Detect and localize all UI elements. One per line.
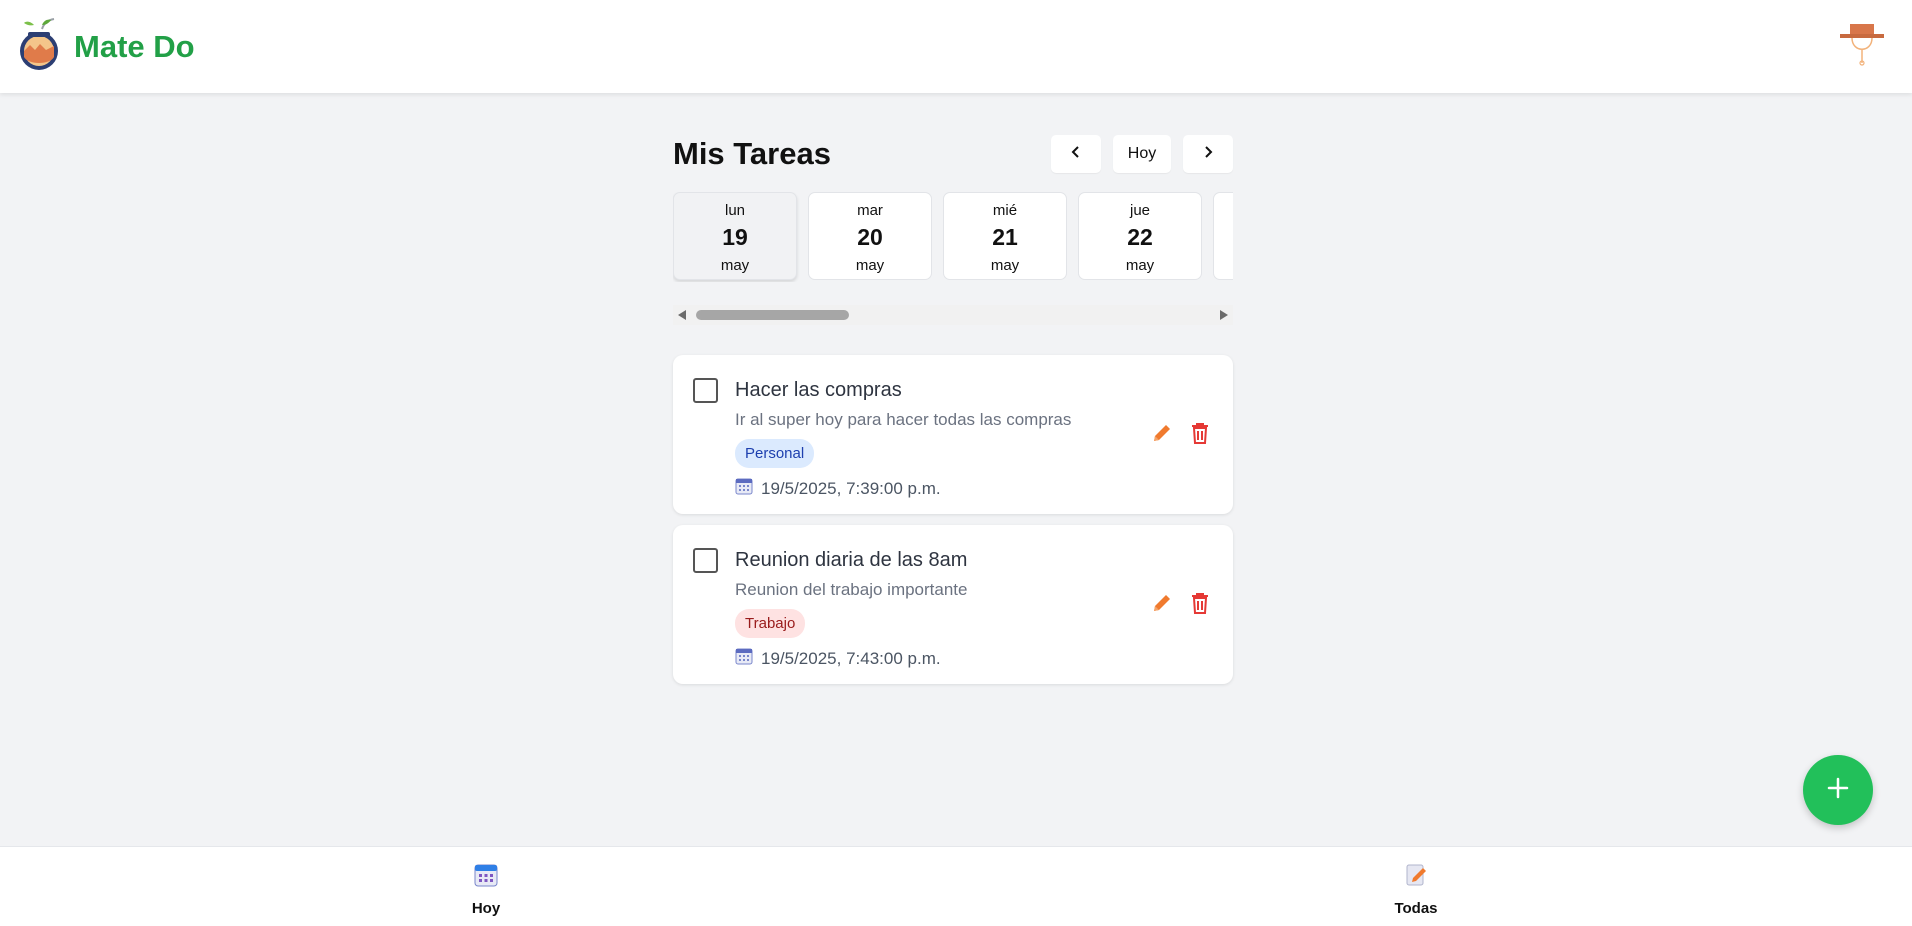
today-button[interactable]: Hoy: [1113, 135, 1171, 173]
day-card-22[interactable]: jue 22 may: [1078, 192, 1202, 280]
day-number: 21: [992, 224, 1018, 250]
calendar-icon: [735, 647, 753, 670]
scrollbar-thumb[interactable]: [696, 310, 849, 320]
trash-icon: [1189, 591, 1211, 620]
tasks-topbar: Mis Tareas Hoy: [673, 130, 1233, 178]
delete-task-button[interactable]: [1187, 592, 1213, 618]
day-month: may: [855, 257, 885, 274]
task-date-row: 19/5/2025, 7:43:00 p.m.: [735, 647, 1213, 670]
day-card-21[interactable]: mié 21 may: [943, 192, 1067, 280]
task-description: Ir al super hoy para hacer todas las com…: [735, 410, 1072, 429]
add-task-button[interactable]: [1803, 755, 1873, 825]
task-card: Reunion diaria de las 8am Reunion del tr…: [673, 525, 1233, 684]
day-number: 22: [1127, 224, 1153, 250]
task-actions: [1149, 422, 1213, 448]
day-weekday: jue: [1129, 202, 1151, 219]
task-complete-checkbox[interactable]: [693, 378, 718, 403]
task-date: 19/5/2025, 7:43:00 p.m.: [761, 648, 941, 668]
notepad-pencil-icon: [1403, 862, 1429, 893]
edit-task-button[interactable]: [1149, 422, 1175, 448]
edit-task-button[interactable]: [1149, 592, 1175, 618]
date-navigation: Hoy: [1051, 135, 1233, 173]
page-title: Mis Tareas: [673, 136, 831, 171]
task-title: Hacer las compras: [735, 379, 902, 401]
calendar-icon: [473, 862, 499, 893]
previous-day-button[interactable]: [1051, 135, 1101, 173]
task-complete-checkbox[interactable]: [693, 548, 718, 573]
day-weekday: mar: [857, 202, 883, 219]
app-title: Mate Do: [74, 28, 195, 64]
day-card-20[interactable]: mar 20 may: [808, 192, 932, 280]
scroll-left-arrow-icon[interactable]: [678, 310, 686, 320]
task-date-row: 19/5/2025, 7:39:00 p.m.: [735, 477, 1213, 500]
day-month: may: [990, 257, 1020, 274]
day-strip[interactable]: lun 19 may mar 20 may mié 21 may jue 22 …: [673, 192, 1233, 282]
day-month: may: [720, 257, 750, 274]
gaucho-hat-avatar-icon[interactable]: [1836, 21, 1888, 73]
mate-gourd-icon: [18, 17, 60, 76]
task-list: Hacer las compras Ir al super hoy para h…: [673, 355, 1233, 684]
pencil-icon: [1151, 592, 1173, 619]
pencil-icon: [1151, 422, 1173, 449]
day-month: may: [1125, 257, 1155, 274]
task-title: Reunion diaria de las 8am: [735, 549, 968, 571]
task-description: Reunion del trabajo importante: [735, 580, 968, 599]
day-card-19[interactable]: lun 19 may: [673, 192, 797, 280]
tasks-main: Mis Tareas Hoy lun 19 may mar 20 may mié…: [673, 130, 1233, 684]
task-tag: Trabajo: [735, 609, 806, 638]
next-day-button[interactable]: [1183, 135, 1233, 173]
bottom-nav-hoy[interactable]: Hoy: [436, 862, 536, 917]
bottom-nav-label: Hoy: [471, 900, 501, 917]
trash-icon: [1189, 421, 1211, 450]
chevron-right-icon: [1202, 145, 1214, 164]
app-header: Mate Do: [0, 0, 1912, 93]
chevron-left-icon: [1070, 145, 1082, 164]
day-number: 19: [722, 224, 748, 250]
day-weekday: mié: [992, 202, 1018, 219]
task-tag: Personal: [735, 439, 815, 468]
bottom-nav-todas[interactable]: Todas: [1366, 862, 1466, 917]
bottom-navigation: Hoy Todas: [0, 846, 1912, 926]
day-weekday: lun: [724, 202, 746, 219]
delete-task-button[interactable]: [1187, 422, 1213, 448]
task-date: 19/5/2025, 7:39:00 p.m.: [761, 478, 941, 498]
brand[interactable]: Mate Do: [18, 17, 195, 76]
day-number: 20: [857, 224, 883, 250]
task-card: Hacer las compras Ir al super hoy para h…: [673, 355, 1233, 514]
day-strip-scrollbar[interactable]: [673, 305, 1233, 325]
day-card-partial[interactable]: [1213, 192, 1233, 280]
task-actions: [1149, 592, 1213, 618]
calendar-icon: [735, 477, 753, 500]
plus-icon: [1826, 776, 1850, 805]
bottom-nav-label: Todas: [1394, 900, 1438, 917]
scroll-right-arrow-icon[interactable]: [1220, 310, 1228, 320]
